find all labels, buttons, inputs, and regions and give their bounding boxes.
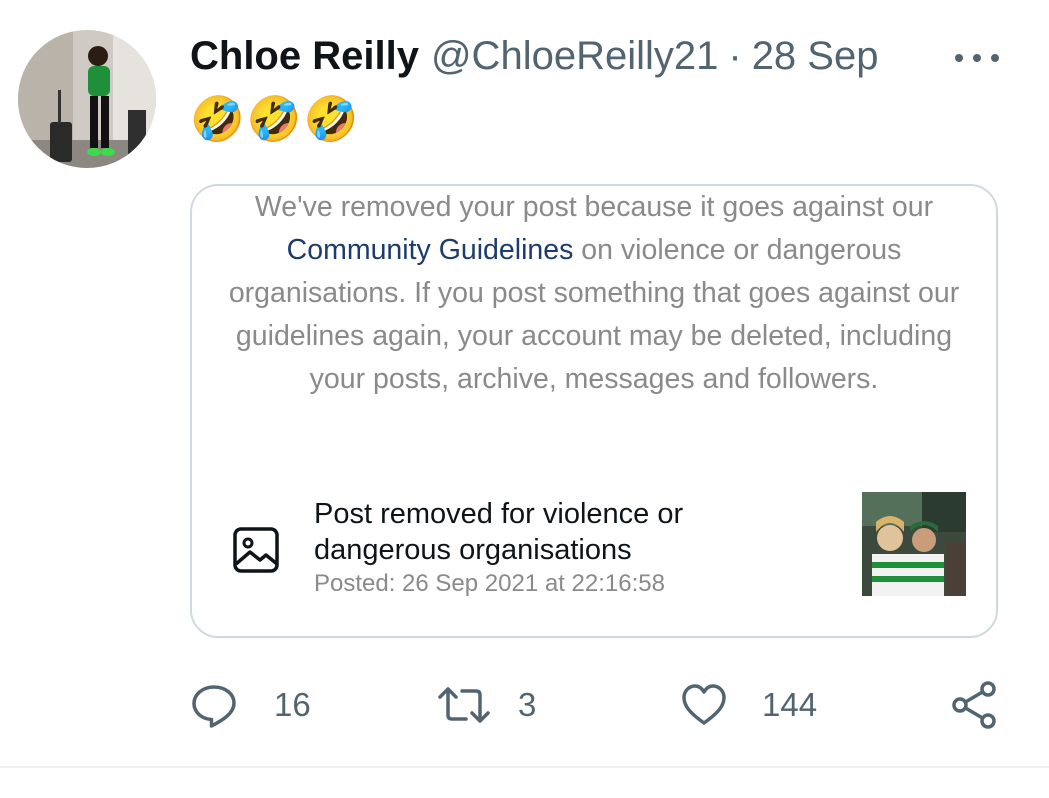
heart-icon — [682, 684, 726, 725]
posted-timestamp: Posted: 26 Sep 2021 at 22:16:58 — [314, 570, 665, 597]
quoted-image-card[interactable]: We've removed your post because it goes … — [190, 184, 998, 638]
removed-title-line2: dangerous organisations — [314, 534, 632, 566]
share-icon — [952, 681, 996, 729]
like-button[interactable]: 144 — [680, 680, 817, 730]
removed-post-details: Post removed for violence or dangerous o… — [314, 496, 814, 600]
tweet-divider — [0, 766, 1049, 768]
author-handle[interactable]: @ChloeReilly21 — [431, 34, 718, 79]
notice-text-start: We've removed your post because it goes … — [254, 191, 934, 223]
reply-button[interactable]: 16 — [190, 680, 311, 730]
tweet-actions: 16 3 144 — [190, 680, 1010, 730]
avatar[interactable] — [18, 30, 156, 168]
tweet-date[interactable]: 28 Sep — [752, 34, 879, 79]
share-button[interactable] — [950, 680, 1000, 730]
community-guidelines-link[interactable]: Community Guidelines — [287, 234, 574, 266]
author-name[interactable]: Chloe Reilly — [190, 34, 419, 79]
removed-post-row: Post removed for violence or dangerous o… — [228, 492, 968, 606]
removed-post-thumbnail — [862, 492, 966, 596]
thumbnail-photo — [862, 492, 966, 596]
tweet-header: Chloe Reilly @ChloeReilly21 · 28 Sep — [190, 34, 878, 84]
removal-notice: We've removed your post because it goes … — [210, 186, 978, 401]
tweet-text: 🤣🤣🤣 — [190, 95, 361, 144]
more-dots-icon[interactable] — [955, 50, 999, 66]
removed-title-line1: Post removed for violence or — [314, 498, 684, 530]
like-count: 144 — [762, 686, 818, 723]
tweet: Chloe Reilly @ChloeReilly21 · 28 Sep 🤣🤣🤣… — [0, 0, 1049, 798]
reply-icon — [192, 685, 236, 728]
retweet-count: 3 — [518, 686, 537, 723]
reply-count: 16 — [274, 686, 311, 723]
image-icon — [233, 527, 279, 573]
separator-dot: · — [728, 34, 742, 78]
avatar-photo — [18, 30, 156, 168]
retweet-icon — [438, 687, 490, 723]
retweet-button[interactable]: 3 — [436, 680, 536, 730]
